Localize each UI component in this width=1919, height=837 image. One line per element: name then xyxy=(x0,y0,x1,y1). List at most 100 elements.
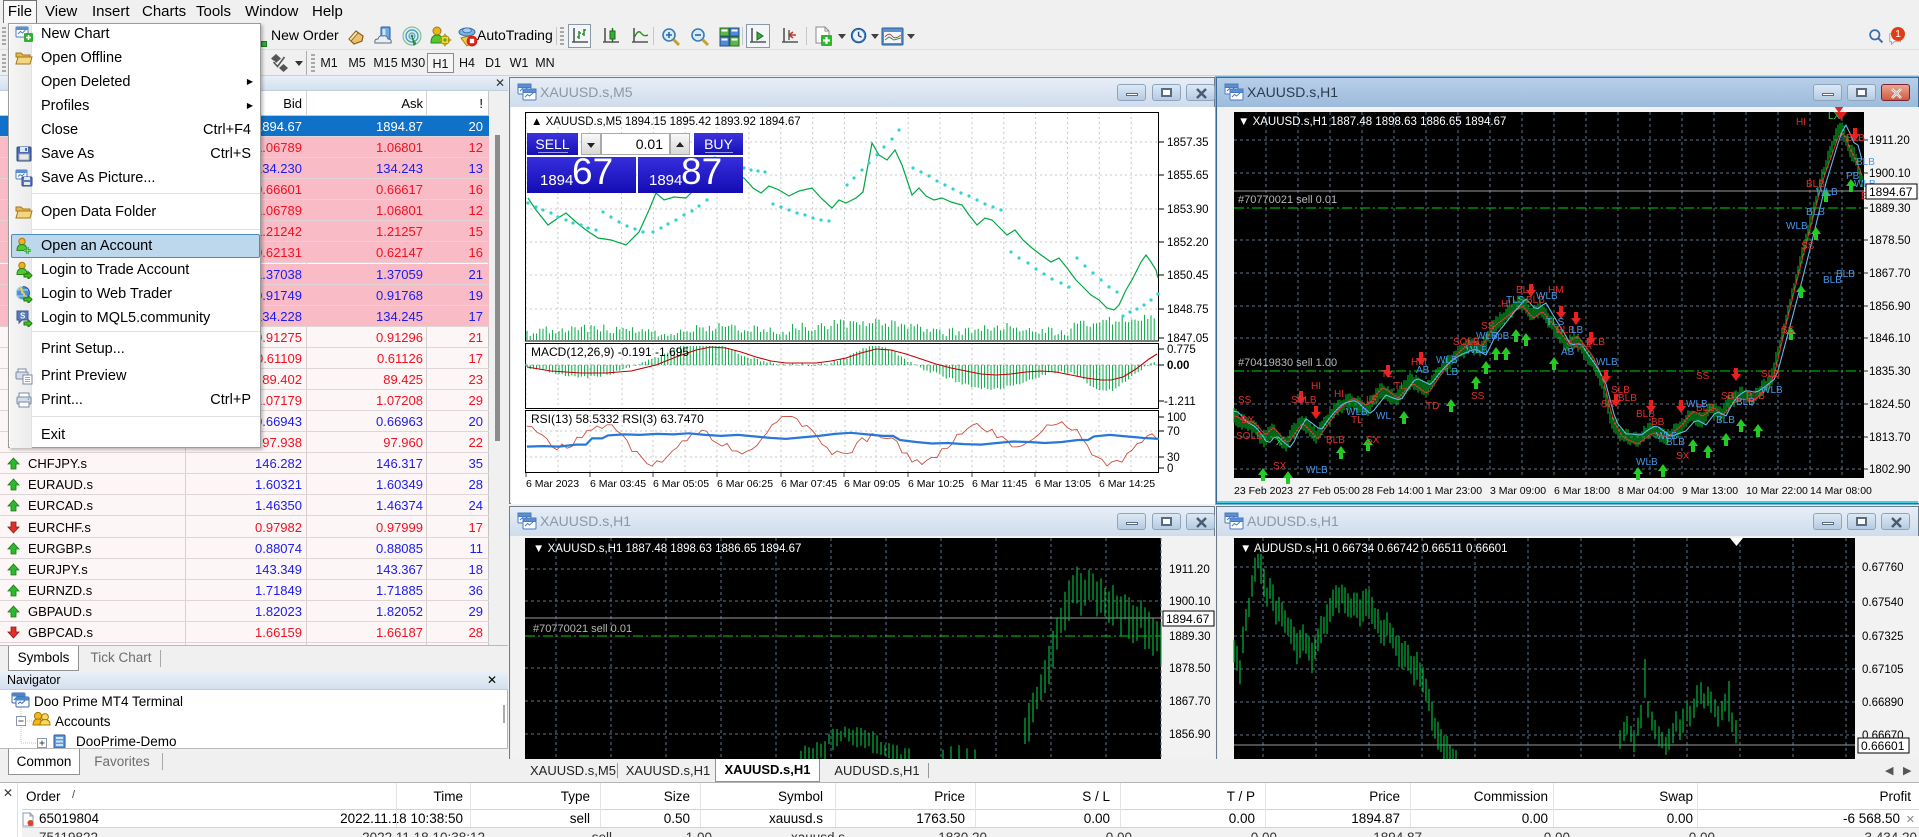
svg-text:SOLB: SOLB xyxy=(1236,431,1263,442)
svg-text:6 Mar 06:25: 6 Mar 06:25 xyxy=(717,478,773,490)
svg-text:6 Mar 07:45: 6 Mar 07:45 xyxy=(781,478,837,490)
svg-text:WLB: WLB xyxy=(1306,465,1328,476)
svg-text:0.66601: 0.66601 xyxy=(1861,739,1905,753)
svg-text:1857.35: 1857.35 xyxy=(1167,137,1209,149)
svg-text:1856.90: 1856.90 xyxy=(1169,729,1211,741)
svg-text:1850.45: 1850.45 xyxy=(1167,270,1209,282)
svg-text:1889.30: 1889.30 xyxy=(1869,203,1911,215)
svg-text:BLB: BLB xyxy=(1806,207,1825,218)
svg-text:WLB: WLB xyxy=(1656,431,1678,442)
svg-text:BLB: BLB xyxy=(1856,157,1875,168)
svg-text:TLS: TLS xyxy=(1546,317,1565,328)
svg-text:6 Mar 13:05: 6 Mar 13:05 xyxy=(1035,478,1091,490)
svg-text:#70770021 sell 0.01: #70770021 sell 0.01 xyxy=(1238,194,1337,206)
svg-text:WL: WL xyxy=(1376,411,1391,422)
svg-text:LB: LB xyxy=(1571,325,1584,336)
svg-text:TL: TL xyxy=(1381,369,1393,380)
svg-text:6 Mar 09:05: 6 Mar 09:05 xyxy=(844,478,900,490)
svg-text:SX: SX xyxy=(1273,461,1287,472)
svg-text:1835.30: 1835.30 xyxy=(1869,366,1911,378)
svg-text:1894.67: 1894.67 xyxy=(1869,185,1913,199)
svg-text:SS: SS xyxy=(1801,241,1815,252)
svg-text:1813.70: 1813.70 xyxy=(1869,432,1911,444)
svg-text:BX: BX xyxy=(1241,415,1255,426)
svg-text:23 Feb 2023: 23 Feb 2023 xyxy=(1234,485,1293,497)
svg-text:1867.70: 1867.70 xyxy=(1169,696,1211,708)
svg-text:WLB: WLB xyxy=(1636,457,1658,468)
svg-text:TLS: TLS xyxy=(1506,295,1525,306)
svg-text:#70770021 sell 0.01: #70770021 sell 0.01 xyxy=(533,623,632,635)
svg-text:AB: AB xyxy=(1416,365,1430,376)
svg-text:1824.50: 1824.50 xyxy=(1869,399,1911,411)
svg-text:SS: SS xyxy=(1238,395,1252,406)
svg-text:0.66890: 0.66890 xyxy=(1862,697,1904,709)
svg-text:WLB: WLB xyxy=(1816,187,1838,198)
svg-text:WLB: WLB xyxy=(1761,385,1783,396)
svg-text:▼ AUDUSD.s,H1 0.66734 0.66742: ▼ AUDUSD.s,H1 0.66734 0.66742 0.66511 0.… xyxy=(1240,543,1508,555)
svg-text:0.67325: 0.67325 xyxy=(1862,631,1904,643)
svg-text:6 Mar 11:45: 6 Mar 11:45 xyxy=(972,478,1027,490)
svg-text:1856.90: 1856.90 xyxy=(1869,301,1911,313)
svg-text:HI: HI xyxy=(1311,381,1321,392)
svg-text:6 Mar 03:45: 6 Mar 03:45 xyxy=(590,478,646,490)
svg-text:6 Mar 2023: 6 Mar 2023 xyxy=(526,478,579,490)
svg-text:BLB: BLB xyxy=(1846,133,1865,144)
svg-text:WLB: WLB xyxy=(1346,407,1368,418)
svg-text:1878.50: 1878.50 xyxy=(1169,663,1211,675)
svg-text:0.67540: 0.67540 xyxy=(1862,597,1904,609)
svg-text:SS: SS xyxy=(1471,391,1485,402)
svg-text:SSLB: SSLB xyxy=(1291,395,1317,406)
svg-text:SX: SX xyxy=(1676,451,1690,462)
svg-text:TD: TD xyxy=(1426,401,1439,412)
svg-text:1848.75: 1848.75 xyxy=(1167,304,1209,316)
svg-text:SLB: SLB xyxy=(1611,385,1630,396)
svg-text:6 Mar 10:25: 6 Mar 10:25 xyxy=(908,478,964,490)
svg-text:AB: AB xyxy=(1561,347,1575,358)
svg-text:1900.10: 1900.10 xyxy=(1169,596,1211,608)
svg-text:0.67105: 0.67105 xyxy=(1862,664,1904,676)
svg-text:WLB: WLB xyxy=(1536,291,1558,302)
svg-text:LB: LB xyxy=(1446,367,1459,378)
svg-text:HI: HI xyxy=(1334,389,1344,400)
svg-text:0.775: 0.775 xyxy=(1167,344,1196,356)
svg-text:1878.50: 1878.50 xyxy=(1869,235,1911,247)
svg-text:#70419830 sell 1.00: #70419830 sell 1.00 xyxy=(1238,357,1337,369)
svg-text:▲ XAUUSD.s,M5 1894.15 1895.42: ▲ XAUUSD.s,M5 1894.15 1895.42 1893.92 18… xyxy=(531,116,801,128)
svg-text:1 Mar 23:00: 1 Mar 23:00 xyxy=(1426,485,1482,497)
svg-text:1889.30: 1889.30 xyxy=(1169,631,1211,643)
svg-text:TpB: TpB xyxy=(1491,331,1510,342)
svg-text:TL: TL xyxy=(1394,381,1406,392)
svg-text:1846.10: 1846.10 xyxy=(1869,333,1911,345)
svg-text:100: 100 xyxy=(1167,412,1186,424)
svg-text:SLB: SLB xyxy=(1761,369,1780,380)
svg-text:WLB: WLB xyxy=(1686,399,1708,410)
svg-text:BLB: BLB xyxy=(1716,415,1735,426)
svg-text:LX: LX xyxy=(1366,395,1379,406)
svg-text:▼ XAUUSD.s,H1 1887.48 1898.63: ▼ XAUUSD.s,H1 1887.48 1898.63 1886.65 18… xyxy=(1238,116,1506,128)
svg-text:SQLB: SQLB xyxy=(1453,337,1480,348)
svg-text:0.67760: 0.67760 xyxy=(1862,562,1904,574)
svg-text:BLB: BLB xyxy=(1326,435,1345,446)
svg-text:28 Feb 14:00: 28 Feb 14:00 xyxy=(1362,485,1424,497)
svg-text:70: 70 xyxy=(1167,426,1180,438)
svg-text:1867.70: 1867.70 xyxy=(1869,268,1911,280)
svg-text:SS: SS xyxy=(1781,325,1795,336)
svg-text:1802.90: 1802.90 xyxy=(1869,464,1911,476)
svg-text:SX: SX xyxy=(1366,435,1380,446)
svg-text:6 Mar 14:25: 6 Mar 14:25 xyxy=(1099,478,1155,490)
svg-text:0: 0 xyxy=(1167,463,1173,475)
svg-text:1894.67: 1894.67 xyxy=(1166,612,1210,626)
svg-text:X: X xyxy=(1276,437,1283,448)
svg-text:WLB: WLB xyxy=(1596,357,1618,368)
svg-text:▼ XAUUSD.s,H1 1887.48 1898.63: ▼ XAUUSD.s,H1 1887.48 1898.63 1886.65 18… xyxy=(533,543,801,555)
svg-text:3 Mar 09:00: 3 Mar 09:00 xyxy=(1490,485,1546,497)
svg-text:S: S xyxy=(20,312,26,321)
svg-text:0.00: 0.00 xyxy=(1167,360,1189,372)
svg-text:BLB: BLB xyxy=(1586,337,1605,348)
svg-text:1911.20: 1911.20 xyxy=(1169,564,1210,576)
svg-text:1855.65: 1855.65 xyxy=(1167,170,1209,182)
svg-text:27 Feb 05:00: 27 Feb 05:00 xyxy=(1298,485,1360,497)
svg-text:14 Mar 08:00: 14 Mar 08:00 xyxy=(1810,485,1872,497)
svg-text:9 Mar 13:00: 9 Mar 13:00 xyxy=(1682,485,1738,497)
svg-text:1852.20: 1852.20 xyxy=(1167,237,1209,249)
